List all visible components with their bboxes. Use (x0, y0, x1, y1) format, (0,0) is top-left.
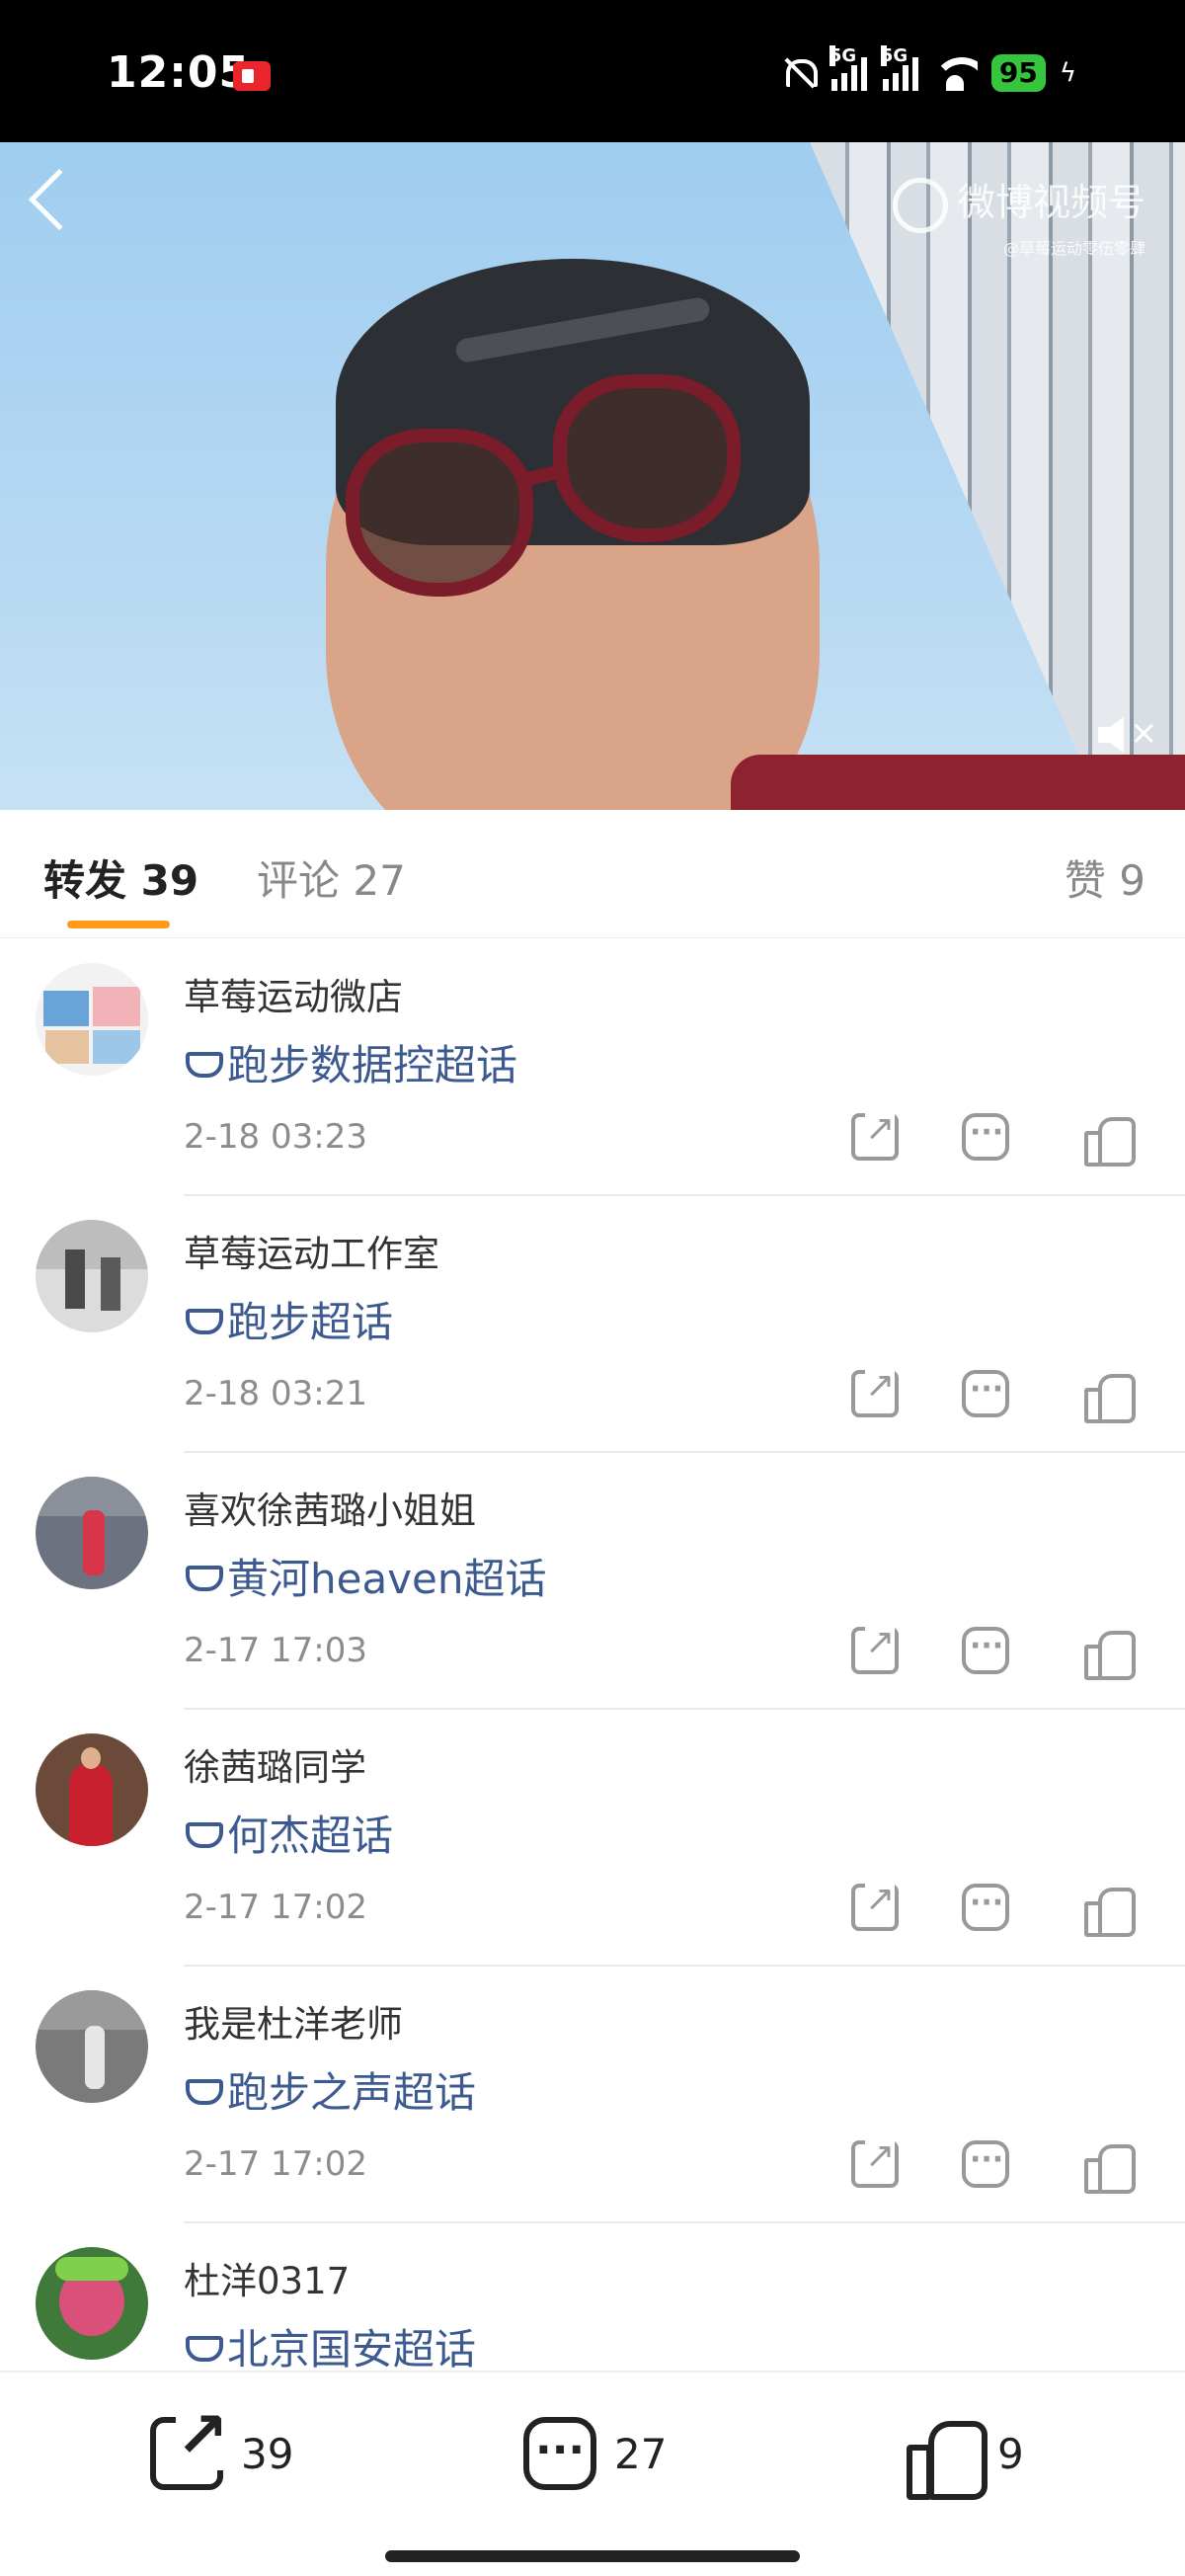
tab-like[interactable]: 赞 9 (1065, 847, 1146, 908)
avatar[interactable] (36, 1477, 148, 1589)
comment-icon[interactable] (962, 1113, 1009, 1161)
wifi-icon (931, 55, 978, 91)
comment-icon[interactable] (962, 1884, 1009, 1931)
weibo-logo-icon (892, 177, 948, 233)
topic-link[interactable]: 跑步之声超话 (184, 2059, 476, 2120)
topic-label: 北京国安超话 (227, 2325, 477, 2374)
avatar[interactable] (36, 1220, 148, 1332)
watermark-subtext: @草莓运动零伍零肆 (1002, 238, 1146, 258)
avatar[interactable] (36, 1990, 148, 2103)
like-icon[interactable] (1084, 1370, 1136, 1423)
network-type-label: 5G (829, 45, 857, 66)
super-topic-diamond-icon (184, 2334, 223, 2362)
comment-icon[interactable] (962, 1370, 1009, 1417)
topic-label: 跑步之声超话 (227, 2068, 477, 2117)
list-item[interactable]: 草莓运动工作室 跑步超话 2-18 03:21 (0, 1196, 1185, 1453)
super-topic-diamond-icon (184, 1820, 223, 1848)
video-scene-shirt (731, 755, 1185, 810)
share-icon (150, 2401, 229, 2490)
super-topic-diamond-icon (184, 1564, 223, 1591)
username[interactable]: 徐茜璐同学 (184, 1737, 366, 1791)
username[interactable]: 草莓运动工作室 (184, 1224, 439, 1277)
home-indicator[interactable] (385, 2550, 800, 2562)
timestamp: 2-18 03:23 (184, 1117, 367, 1157)
comment-icon[interactable] (962, 2140, 1009, 2188)
like-icon[interactable] (1084, 2140, 1136, 2194)
mute-toggle-button[interactable]: × (1096, 707, 1159, 763)
username[interactable]: 草莓运动微店 (184, 967, 403, 1020)
share-icon[interactable] (851, 1623, 899, 1674)
timestamp: 2-17 17:02 (184, 1888, 367, 1927)
signal-icon-2: 5G (880, 45, 918, 91)
avatar[interactable] (36, 1733, 148, 1846)
status-time: 12:05 (107, 47, 251, 98)
timestamp: 2-18 03:21 (184, 1374, 367, 1413)
repost-count: 39 (241, 2429, 294, 2478)
avatar[interactable] (36, 963, 148, 1076)
like-icon[interactable] (1084, 1627, 1136, 1680)
username[interactable]: 喜欢徐茜璐小姐姐 (184, 1481, 476, 1534)
network-type-label: 5G (880, 45, 908, 66)
topic-link[interactable]: 北京国安超话 (184, 2316, 476, 2376)
list-item[interactable]: 我是杜洋老师 跑步之声超话 2-17 17:02 (0, 1967, 1185, 2223)
username[interactable]: 杜洋0317 (184, 2251, 350, 2304)
topic-link[interactable]: 跑步超话 (184, 1289, 393, 1349)
like-icon[interactable] (1084, 1884, 1136, 1937)
like-button[interactable]: 9 (907, 2414, 1024, 2500)
comment-count: 27 (614, 2429, 668, 2478)
share-icon[interactable] (851, 1880, 899, 1931)
interaction-tabs: 转发 39 评论 27 赞 9 (0, 810, 1185, 938)
repost-list: 草莓运动微店 跑步数据控超话 2-18 03:23 草莓运动工作室 跑步超话 2… (0, 939, 1185, 2480)
signal-icon-1: 5G (829, 45, 867, 91)
timestamp: 2-17 17:02 (184, 2144, 367, 2184)
topic-link[interactable]: 何杰超话 (184, 1803, 393, 1863)
watermark-text: 微博视频号 (957, 181, 1146, 224)
list-item[interactable]: 喜欢徐茜璐小姐姐 黄河heaven超话 2-17 17:03 (0, 1453, 1185, 1710)
comment-icon (523, 2417, 596, 2490)
list-item[interactable]: 草莓运动微店 跑步数据控超话 2-18 03:23 (0, 939, 1185, 1196)
tab-repost[interactable]: 转发 39 (43, 847, 198, 908)
video-scene-glasses-right (553, 374, 741, 542)
topic-label: 跑步数据控超话 (227, 1041, 518, 1089)
avatar[interactable] (36, 2247, 148, 2360)
speaker-icon (1098, 717, 1124, 753)
tab-comment[interactable]: 评论 27 (257, 847, 406, 908)
battery-indicator: 95 (990, 54, 1046, 92)
super-topic-diamond-icon (184, 1050, 223, 1078)
bottom-action-bar: 39 27 9 (0, 2371, 1185, 2576)
topic-link[interactable]: 黄河heaven超话 (184, 1546, 547, 1606)
status-bar: 12:05 5G 5G 95 ϟ (0, 0, 1185, 142)
topic-label: 何杰超话 (227, 1811, 394, 1860)
like-count: 9 (997, 2429, 1024, 2478)
timestamp: 2-17 17:03 (184, 1631, 367, 1670)
super-topic-diamond-icon (184, 1307, 223, 1334)
bolt-icon: ϟ (1059, 58, 1076, 88)
mute-bell-icon (780, 55, 818, 91)
list-item[interactable]: 徐茜璐同学 何杰超话 2-17 17:02 (0, 1710, 1185, 1967)
topic-label: 黄河heaven超话 (227, 1555, 547, 1603)
muted-x-icon: × (1130, 713, 1158, 753)
share-icon[interactable] (851, 1366, 899, 1417)
username[interactable]: 我是杜洋老师 (184, 1994, 403, 2048)
topic-label: 跑步超话 (227, 1298, 394, 1346)
video-scene-glasses-left (346, 429, 533, 597)
comment-button[interactable]: 27 (523, 2414, 667, 2493)
like-icon[interactable] (1084, 1113, 1136, 1167)
status-icons: 5G 5G 95 ϟ (780, 45, 1076, 97)
active-tab-indicator (67, 921, 170, 928)
share-icon[interactable] (851, 2136, 899, 2188)
screen-record-icon (233, 61, 271, 91)
like-icon (907, 2417, 988, 2500)
repost-button[interactable]: 39 (150, 2401, 294, 2493)
share-icon[interactable] (851, 1109, 899, 1161)
topic-link[interactable]: 跑步数据控超话 (184, 1032, 517, 1092)
super-topic-diamond-icon (184, 2077, 223, 2105)
comment-icon[interactable] (962, 1627, 1009, 1674)
video-watermark: 微博视频号 @草莓运动零伍零肆 (892, 172, 1146, 259)
